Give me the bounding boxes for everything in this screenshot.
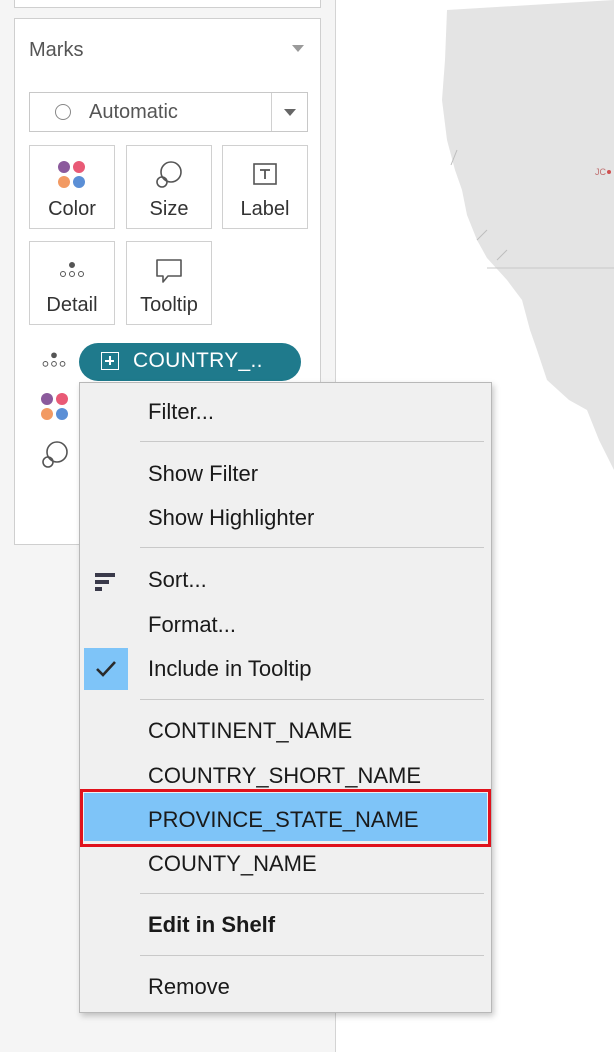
size-icon (156, 161, 182, 188)
menu-item-edit-in-shelf[interactable]: Edit in Shelf (148, 912, 275, 938)
size-button-label: Size (149, 198, 189, 220)
tooltip-icon (156, 259, 182, 283)
menu-separator (140, 893, 484, 894)
color-dots-icon (58, 161, 86, 189)
menu-item-show-highlighter[interactable]: Show Highlighter (148, 505, 314, 531)
color-button[interactable]: Color (29, 145, 115, 229)
menu-item-remove[interactable]: Remove (148, 974, 230, 1000)
menu-item-filter[interactable]: Filter... (148, 399, 214, 425)
dropdown-divider (271, 93, 272, 131)
sort-icon (95, 573, 115, 591)
menu-separator (140, 955, 484, 956)
label-icon (253, 163, 277, 185)
label-button[interactable]: Label (222, 145, 308, 229)
detail-button[interactable]: Detail (29, 241, 115, 325)
tooltip-button-label: Tooltip (140, 294, 198, 316)
mark-type-dropdown[interactable]: Automatic (29, 92, 308, 132)
menu-item-continent-name[interactable]: CONTINENT_NAME (148, 718, 352, 744)
plus-box-icon[interactable] (101, 352, 119, 370)
size-icon (39, 439, 71, 476)
chevron-down-icon (284, 109, 296, 116)
filters-card (14, 0, 321, 8)
svg-text:JC: JC (595, 167, 607, 177)
detail-icon (41, 352, 67, 370)
mark-type-label: Automatic (89, 101, 178, 123)
marks-menu-caret-icon[interactable] (292, 45, 304, 52)
label-button-label: Label (240, 198, 290, 220)
menu-item-country-short-name[interactable]: COUNTRY_SHORT_NAME (148, 763, 421, 789)
field-pill-label: COUNTRY_.. (133, 349, 263, 372)
menu-item-include-in-tooltip[interactable]: Include in Tooltip (148, 656, 312, 682)
color-button-label: Color (48, 198, 96, 220)
annotation-highlight-box (80, 789, 491, 847)
checkmark-icon (96, 661, 116, 677)
tooltip-button[interactable]: Tooltip (126, 241, 212, 325)
menu-separator (140, 441, 484, 442)
country-field-pill[interactable]: COUNTRY_.. (79, 343, 301, 381)
menu-item-format[interactable]: Format... (148, 612, 236, 638)
menu-separator (140, 699, 484, 700)
marks-title: Marks (29, 39, 84, 61)
menu-separator (140, 547, 484, 548)
menu-item-county-name[interactable]: COUNTY_NAME (148, 851, 317, 877)
detail-icon (59, 262, 85, 280)
detail-button-label: Detail (46, 294, 98, 316)
menu-item-show-filter[interactable]: Show Filter (148, 461, 258, 487)
context-menu: Filter... Show Filter Show Highlighter S… (79, 382, 492, 1013)
color-dots-icon (41, 393, 69, 421)
menu-item-sort[interactable]: Sort... (148, 567, 207, 593)
circle-mark-icon (55, 104, 71, 120)
size-button[interactable]: Size (126, 145, 212, 229)
